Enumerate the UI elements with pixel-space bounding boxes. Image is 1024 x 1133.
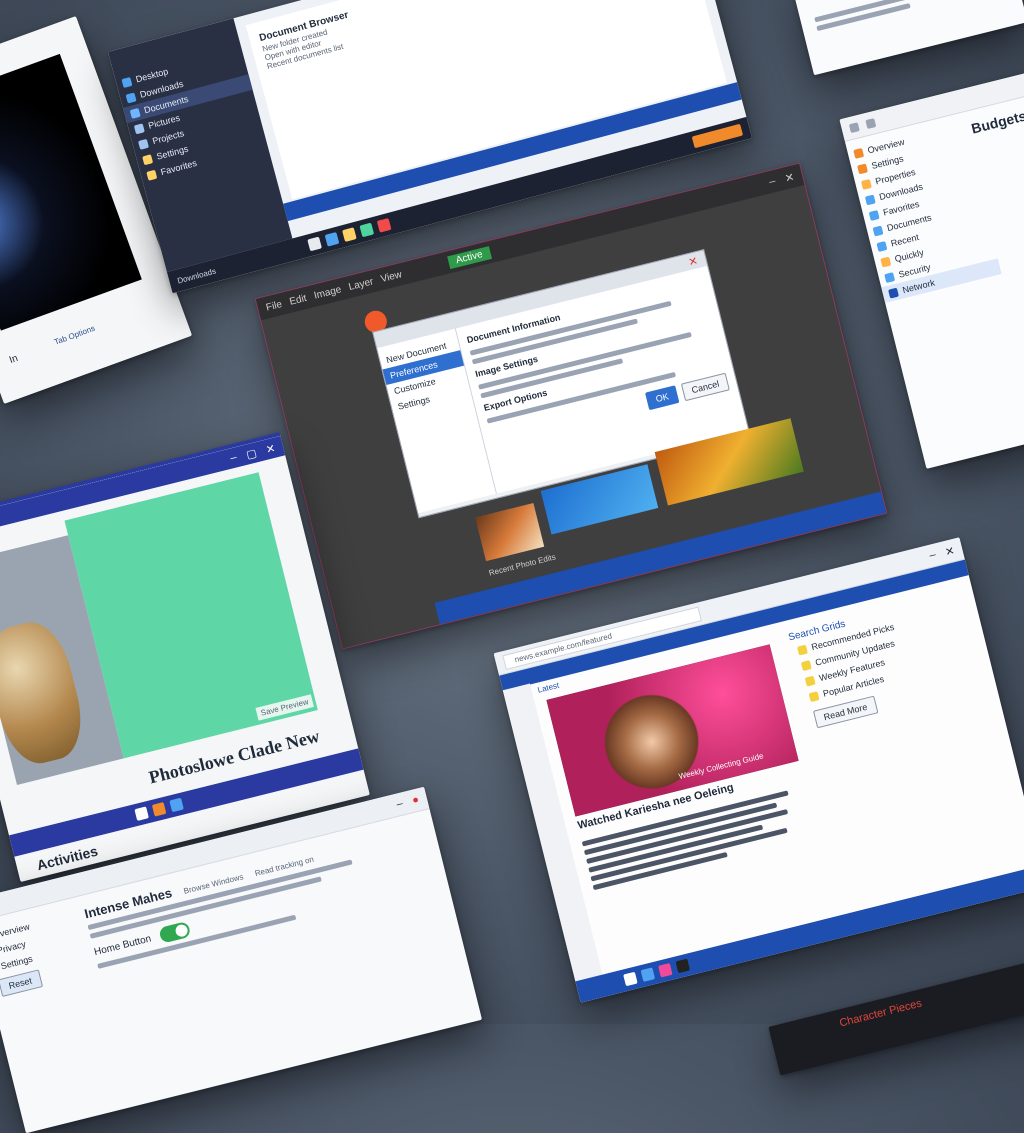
back-icon[interactable] [848,121,860,133]
folder-icon [137,138,149,150]
dark-strip-text: Character Pieces [838,997,924,1030]
nav-label[interactable]: Latest [537,681,560,695]
folder-icon [853,147,865,159]
folder-icon [133,122,145,134]
settings-page-sidebar: Overview Privacy Settings Reset [0,910,80,997]
app-icon[interactable] [675,958,691,974]
bookmark-icon [800,659,812,671]
close-icon[interactable]: ● [411,793,420,806]
notification-badge[interactable] [691,123,744,149]
folder-icon [856,162,868,174]
reset-button[interactable]: Reset [0,969,43,997]
folder-icon [121,76,133,88]
bookmark-icon [808,690,820,702]
file-icon [876,240,888,252]
maximize-icon[interactable]: ▢ [245,446,258,461]
bookmark-icon [804,675,816,687]
browser-icon[interactable] [324,232,339,247]
tab-options-link[interactable]: Tab Options [53,324,98,351]
status-left-label: In [7,352,20,367]
forward-icon[interactable] [865,117,877,129]
file-icon [868,209,880,221]
settings-tree-window: Overview Settings Properties Downloads F… [839,71,1024,469]
close-icon[interactable]: ✕ [265,441,277,456]
app-icon[interactable] [169,797,184,813]
home-button-toggle[interactable] [158,920,192,944]
tab-edit[interactable]: Edit [288,292,307,307]
dark-terminal-strip: Character Pieces [768,954,1024,1076]
minimize-icon[interactable]: – [768,175,777,189]
file-icon [887,287,899,299]
minimize-icon[interactable]: – [395,798,404,811]
start-icon[interactable] [623,971,638,987]
folder-icon [142,153,154,165]
tab-layer[interactable]: Layer [347,276,374,293]
file-icon [872,225,884,236]
folder-icon [880,256,892,268]
close-icon[interactable]: ✕ [944,544,956,559]
close-icon[interactable]: ✕ [687,254,699,269]
app-icon[interactable] [658,962,673,978]
app-icon[interactable] [151,802,167,817]
close-icon[interactable]: ✕ [784,170,796,185]
app-icon[interactable] [376,218,392,233]
thumbnail-food[interactable] [475,502,545,562]
cancel-button[interactable]: Cancel [680,372,730,402]
file-icon [864,194,876,205]
toggle-knob [174,923,190,938]
news-browser-window: news.example.com/featured – ✕ Latest Watc… [493,537,1024,1003]
active-tab-badge[interactable]: Active [446,245,492,269]
folder-icon [860,178,872,190]
top-right-window [792,0,1024,76]
folder-icon[interactable] [341,227,357,243]
tab-file[interactable]: File [265,299,283,314]
start-icon[interactable] [306,236,322,252]
tab-image[interactable]: Image [313,284,343,301]
file-icon [884,271,895,283]
ok-button[interactable]: OK [644,385,680,411]
bookmark-icon [796,644,808,656]
app-icon[interactable] [134,806,149,821]
explorer-content: Document Browser New folder created Open… [245,0,727,200]
folder-icon [146,169,158,181]
folder-icon [125,91,137,103]
minimize-icon[interactable]: – [928,548,937,562]
folder-icon [129,107,141,119]
app-icon[interactable] [359,222,374,238]
app-icon[interactable] [640,967,656,982]
screenshot-collage: In Tab Options Desktop Downloads Documen… [0,0,1024,1133]
taskbar-label: Downloads [176,266,217,286]
minimize-icon[interactable]: – [229,451,238,465]
tab-view[interactable]: View [380,269,404,285]
